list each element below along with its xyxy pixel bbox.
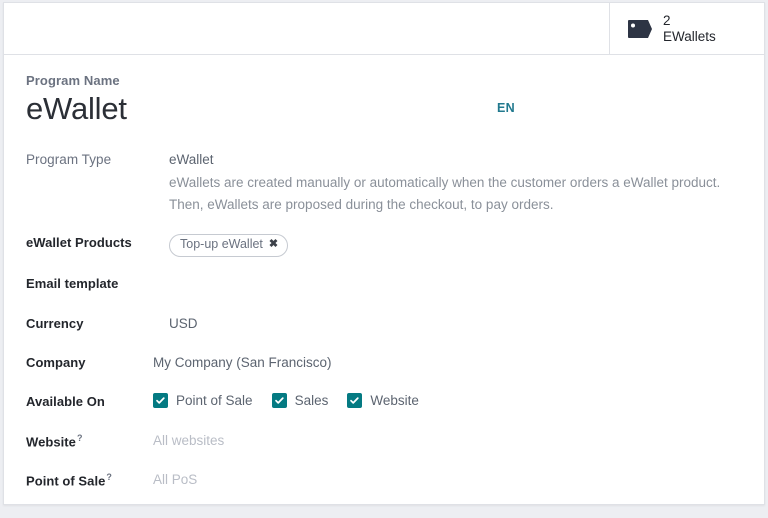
currency-value[interactable]: USD	[169, 315, 198, 331]
checkbox-label-sales[interactable]: Sales	[295, 393, 329, 408]
field-row-available-on: Available On Point of Sale Sales Website	[26, 393, 764, 415]
stat-button-ewallets[interactable]: 2 EWallets	[609, 3, 764, 55]
point-of-sale-input[interactable]: All PoS	[153, 471, 197, 487]
language-badge[interactable]: EN	[497, 101, 515, 115]
program-name-label: Program Name	[26, 73, 120, 88]
ewallet-products-value[interactable]: Top-up eWallet ✖	[147, 234, 289, 258]
field-row-email-template: Email template	[26, 275, 764, 297]
stat-value: 2	[663, 12, 671, 28]
checkbox-website[interactable]	[347, 393, 363, 409]
program-type-value[interactable]: eWallet	[169, 151, 720, 167]
company-label: Company	[26, 355, 86, 371]
available-on-label: Available On	[26, 394, 105, 410]
checkbox-point-of-sale[interactable]	[153, 393, 168, 409]
checkbox-group-website[interactable]: Website	[347, 393, 419, 409]
field-list: Program Type eWallet eWallets are create…	[4, 151, 764, 493]
program-type-description-line-2: Then, eWallets are proposed during the c…	[169, 196, 554, 212]
field-row-point-of-sale: Point of Sale? All PoS	[26, 471, 764, 493]
point-of-sale-help-icon[interactable]: ?	[106, 472, 112, 482]
field-row-currency: Currency USD	[26, 315, 764, 337]
ewallet-products-label: eWallet Products	[26, 235, 132, 251]
title-block: Program Name eWallet	[4, 55, 764, 129]
form-sheet: 2 EWallets Program Name eWallet EN Progr…	[3, 2, 765, 505]
checkbox-label-point-of-sale[interactable]: Point of Sale	[176, 393, 253, 408]
field-row-ewallet-products: eWallet Products Top-up eWallet ✖	[26, 234, 764, 258]
checkbox-group-sales[interactable]: Sales	[271, 393, 329, 409]
stat-button-bar: 2 EWallets	[4, 3, 764, 55]
stat-label: EWallets	[663, 28, 716, 44]
website-label: Website?	[26, 432, 147, 449]
website-help-icon[interactable]: ?	[77, 433, 83, 443]
stat-button-text: 2 EWallets	[663, 13, 716, 45]
checkbox-label-website[interactable]: Website	[370, 393, 419, 408]
website-label-text: Website	[26, 434, 76, 450]
checkbox-sales[interactable]	[271, 393, 287, 409]
company-value[interactable]: My Company (San Francisco)	[153, 354, 332, 370]
available-on-options: Point of Sale Sales Website	[153, 393, 438, 409]
point-of-sale-label: Point of Sale?	[26, 471, 147, 488]
field-row-company: Company My Company (San Francisco)	[26, 354, 764, 376]
email-template-label: Email template	[26, 276, 119, 292]
tag-chip[interactable]: Top-up eWallet ✖	[169, 234, 289, 258]
website-input[interactable]: All websites	[153, 432, 224, 448]
currency-label: Currency	[26, 316, 84, 332]
program-name-input[interactable]: eWallet	[26, 90, 764, 129]
field-row-program-type: Program Type eWallet eWallets are create…	[26, 151, 764, 216]
point-of-sale-label-text: Point of Sale	[26, 473, 106, 489]
tags-icon	[626, 17, 654, 41]
checkbox-group-point-of-sale[interactable]: Point of Sale	[153, 393, 253, 409]
program-type-label: Program Type	[26, 151, 112, 167]
tag-chip-label: Top-up eWallet	[180, 237, 263, 252]
program-type-description: eWallets are created manually or automat…	[169, 172, 720, 216]
program-type-description-line-1: eWallets are created manually or automat…	[169, 174, 721, 190]
program-type-content: eWallet eWallets are created manually or…	[147, 151, 720, 216]
tag-remove-icon[interactable]: ✖	[269, 238, 278, 252]
field-row-website: Website? All websites	[26, 432, 764, 454]
